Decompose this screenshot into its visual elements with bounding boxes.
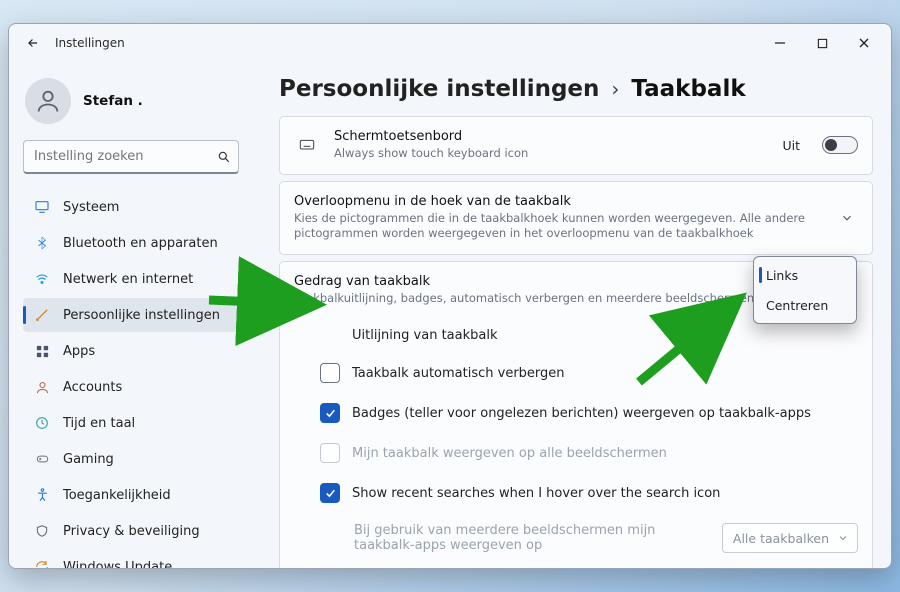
sidebar-item-label: Toegankelijkheid <box>63 488 171 503</box>
sidebar-item-privacy[interactable]: Privacy & beveiliging <box>23 514 239 548</box>
grid-icon <box>33 342 51 360</box>
gamepad-icon <box>33 450 51 468</box>
sidebar-item-accounts[interactable]: Accounts <box>23 370 239 404</box>
sidebar-item-label: Persoonlijke instellingen <box>63 308 220 323</box>
monitor-icon <box>33 198 51 216</box>
back-button[interactable] <box>17 27 49 59</box>
checkbox-all-monitors <box>320 443 340 463</box>
sidebar-item-update[interactable]: Windows Update <box>23 550 239 569</box>
dropdown-label: Alle taakbalken <box>733 531 829 546</box>
sidebar-item-label: Accounts <box>63 380 122 395</box>
row-sub: Taakbalkuitlijning, badges, automatisch … <box>294 291 822 307</box>
sidebar-item-tijd[interactable]: Tijd en taal <box>23 406 239 440</box>
option-label: Taakbalk automatisch verbergen <box>352 366 565 381</box>
close-icon <box>858 37 870 49</box>
popup-item-links[interactable]: Links <box>758 261 852 289</box>
toggle-state: Uit <box>782 138 800 153</box>
chevron-down-icon <box>836 207 858 229</box>
arrow-left-icon <box>26 36 40 50</box>
search-icon <box>217 140 231 174</box>
chevron-right-icon: › <box>611 77 619 101</box>
sidebar-item-label: Bluetooth en apparaten <box>63 236 218 251</box>
popup-item-center[interactable]: Centreren <box>758 291 852 319</box>
accessibility-icon <box>33 486 51 504</box>
sidebar-item-label: Systeem <box>63 200 119 215</box>
dropdown-multimon: Alle taakbalken <box>722 523 858 553</box>
checkbox-badges[interactable] <box>320 403 340 423</box>
sidebar: Stefan . Systeem Bluetooth en apparaten … <box>9 62 249 568</box>
close-button[interactable] <box>843 28 885 58</box>
sidebar-item-label: Apps <box>63 344 95 359</box>
minimize-button[interactable] <box>759 28 801 58</box>
breadcrumb: Persoonlijke instellingen › Taakbalk <box>279 76 873 102</box>
chevron-down-icon <box>837 524 849 552</box>
row-title: Schermtoetsenbord <box>334 129 768 144</box>
avatar <box>25 78 71 124</box>
search-box <box>23 140 239 174</box>
toggle-touch-keyboard[interactable] <box>822 136 858 154</box>
title-bar: Instellingen <box>9 24 891 62</box>
check-icon <box>324 487 337 500</box>
option-label: Mijn taakbalk weergeven op alle beeldsch… <box>352 446 667 461</box>
option-all-monitors: Mijn taakbalk weergeven op alle beeldsch… <box>280 433 872 473</box>
maximize-button[interactable] <box>801 28 843 58</box>
option-multimon: Bij gebruik van meerdere beeldschermen m… <box>280 513 872 563</box>
breadcrumb-parent[interactable]: Persoonlijke instellingen <box>279 76 599 102</box>
user-icon <box>33 378 51 396</box>
sidebar-item-apps[interactable]: Apps <box>23 334 239 368</box>
row-touch-keyboard[interactable]: Schermtoetsenbord Always show touch keyb… <box>279 116 873 175</box>
option-far-corner[interactable]: Select the far corner of the taskbar to … <box>280 563 872 568</box>
row-title: Gedrag van taakbalk <box>294 274 822 289</box>
option-label: Bij gebruik van meerdere beeldschermen m… <box>354 523 708 553</box>
sidebar-item-label: Privacy & beveiliging <box>63 524 200 539</box>
popup-item-label: Links <box>766 268 798 283</box>
sidebar-item-toegankelijkheid[interactable]: Toegankelijkheid <box>23 478 239 512</box>
row-overflow-menu[interactable]: Overloopmenu in de hoek van de taakbalk … <box>279 181 873 255</box>
sidebar-item-bluetooth[interactable]: Bluetooth en apparaten <box>23 226 239 260</box>
checkbox-autohide[interactable] <box>320 363 340 383</box>
minimize-icon <box>774 37 786 49</box>
shield-icon <box>33 522 51 540</box>
sidebar-item-systeem[interactable]: Systeem <box>23 190 239 224</box>
row-sub: Kies de pictogrammen die in de taakbalkh… <box>294 211 822 242</box>
keyboard-icon <box>294 134 320 156</box>
sidebar-item-persoonlijke[interactable]: Persoonlijke instellingen <box>23 298 239 332</box>
checkbox-recent-searches[interactable] <box>320 483 340 503</box>
sidebar-item-gaming[interactable]: Gaming <box>23 442 239 476</box>
sidebar-item-label: Gaming <box>63 452 114 467</box>
profile-block[interactable]: Stefan . <box>23 72 239 128</box>
option-recent-searches[interactable]: Show recent searches when I hover over t… <box>280 473 872 513</box>
option-label: Show recent searches when I hover over t… <box>352 486 720 501</box>
user-name: Stefan . <box>83 93 143 109</box>
popup-item-label: Centreren <box>766 298 828 313</box>
update-icon <box>33 558 51 569</box>
option-label: Uitlijning van taakbalk <box>352 328 497 343</box>
row-title: Overloopmenu in de hoek van de taakbalk <box>294 194 822 209</box>
search-input[interactable] <box>23 140 239 174</box>
alignment-popup: Links Centreren <box>753 256 857 324</box>
option-badges[interactable]: Badges (teller voor ongelezen berichten)… <box>280 393 872 433</box>
bluetooth-icon <box>33 234 51 252</box>
sidebar-item-netwerk[interactable]: Netwerk en internet <box>23 262 239 296</box>
globe-clock-icon <box>33 414 51 432</box>
sidebar-item-label: Windows Update <box>63 560 172 570</box>
sidebar-item-label: Tijd en taal <box>63 416 135 431</box>
settings-window: Instellingen Stefan . Systeem Bluetooth … <box>8 23 892 569</box>
sidebar-item-label: Netwerk en internet <box>63 272 193 287</box>
check-icon <box>324 407 337 420</box>
brush-icon <box>33 306 51 324</box>
option-label: Badges (teller voor ongelezen berichten)… <box>352 406 811 421</box>
nav-list: Systeem Bluetooth en apparaten Netwerk e… <box>23 190 239 569</box>
window-title: Instellingen <box>55 36 125 50</box>
page-title: Taakbalk <box>631 76 745 102</box>
row-sub: Always show touch keyboard icon <box>334 146 768 162</box>
option-autohide[interactable]: Taakbalk automatisch verbergen <box>280 353 872 393</box>
wifi-icon <box>33 270 51 288</box>
person-icon <box>34 87 62 115</box>
maximize-icon <box>817 38 828 49</box>
